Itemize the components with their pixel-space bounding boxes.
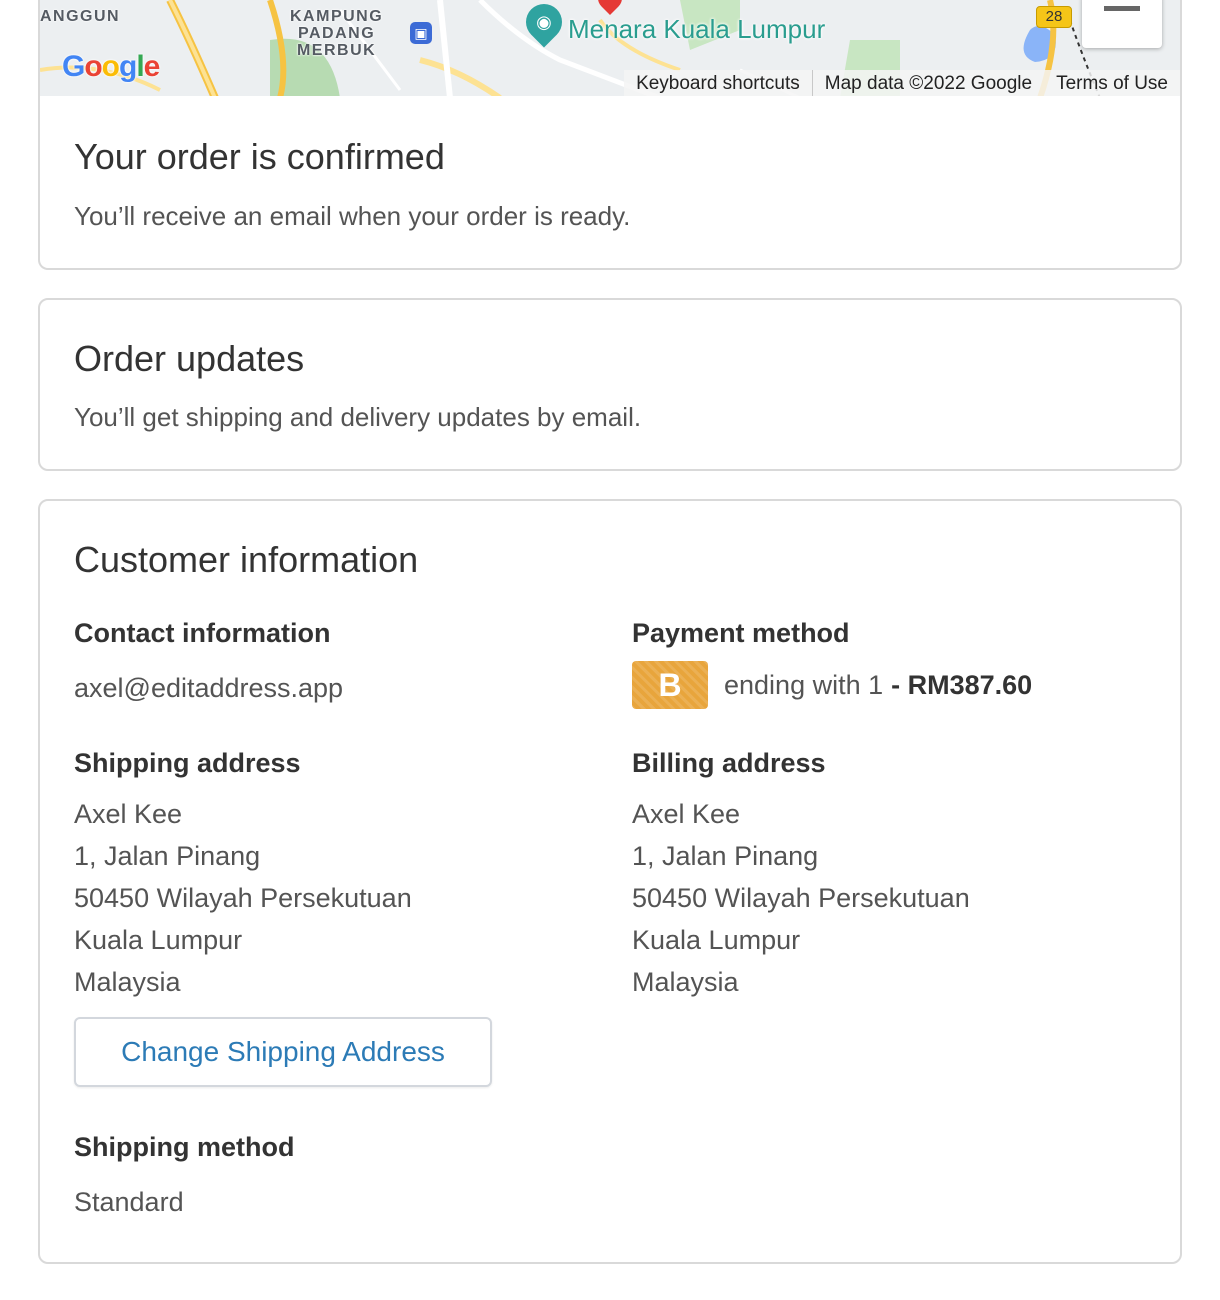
card-ending-text: ending with 1: [724, 669, 884, 700]
billing-address-line: 50450 Wilayah Persekutuan: [632, 883, 970, 913]
billing-address-line: Axel Kee: [632, 799, 741, 829]
change-shipping-address-button[interactable]: Change Shipping Address: [74, 1017, 492, 1087]
billing-address: Axel Kee 1, Jalan Pinang 50450 Wilayah P…: [632, 793, 1152, 1003]
shipping-method-value: Standard: [74, 1187, 184, 1217]
keyboard-shortcuts-link[interactable]: Keyboard shortcuts: [624, 73, 812, 95]
billing-address-line: Malaysia: [632, 967, 739, 997]
shipping-address-line: 50450 Wilayah Persekutuan: [74, 883, 412, 913]
order-updates-title: Order updates: [74, 338, 305, 379]
map-area-label: ANGGUN: [40, 8, 121, 25]
map-attribution: Keyboard shortcuts Map data ©2022 Google…: [624, 70, 1180, 98]
order-updates-subtitle: You’ll get shipping and delivery updates…: [74, 402, 642, 432]
payment-method-label: Payment method: [632, 618, 850, 648]
billing-address-line: 1, Jalan Pinang: [632, 841, 819, 871]
shipping-address-label: Shipping address: [74, 748, 301, 778]
contact-information-label: Contact information: [74, 618, 331, 648]
customer-information-card: Customer information Contact information…: [38, 499, 1182, 1264]
train-station-icon[interactable]: ▣: [410, 22, 432, 44]
zoom-out-button[interactable]: [1082, 0, 1162, 48]
zoom-out-icon: [1104, 6, 1140, 11]
landmark-label[interactable]: Menara Kuala Lumpur: [568, 14, 825, 45]
payment-method-row: B ending with 1 - RM387.60: [632, 661, 1152, 709]
shipping-address: Axel Kee 1, Jalan Pinang 50450 Wilayah P…: [74, 793, 594, 1003]
shipping-method-label: Shipping method: [74, 1132, 295, 1162]
billing-address-label: Billing address: [632, 748, 826, 778]
map-view[interactable]: ANGGUN KAMPUNG PADANG MERBUK ▣ ◉ Menara …: [38, 0, 1182, 98]
order-updates-card: Order updates You’ll get shipping and de…: [38, 298, 1182, 471]
shipping-address-line: 1, Jalan Pinang: [74, 841, 261, 871]
order-confirmed-title: Your order is confirmed: [74, 136, 445, 177]
shipping-address-line: Kuala Lumpur: [74, 925, 243, 955]
order-confirmed-card: Your order is confirmed You’ll receive a…: [38, 96, 1182, 270]
payment-amount: - RM387.60: [891, 669, 1033, 700]
shipping-address-line: Axel Kee: [74, 799, 183, 829]
customer-right-column: Payment method B ending with 1 - RM387.6…: [632, 617, 1152, 1003]
customer-information-title: Customer information: [74, 539, 419, 580]
order-confirmed-subtitle: You’ll receive an email when your order …: [74, 201, 631, 231]
customer-left-column: Contact information axel@editaddress.app…: [74, 617, 594, 1223]
terms-of-use-link[interactable]: Terms of Use: [1044, 73, 1180, 95]
map-data-text: Map data ©2022 Google: [824, 73, 1033, 94]
card-brand-icon: B: [632, 661, 708, 709]
billing-address-line: Kuala Lumpur: [632, 925, 801, 955]
shipping-address-line: Malaysia: [74, 967, 181, 997]
map-area-label: KAMPUNG PADANG MERBUK: [290, 8, 384, 59]
contact-email: axel@editaddress.app: [74, 673, 344, 703]
road-number-badge: 28: [1036, 6, 1072, 28]
google-logo: Google: [62, 50, 160, 83]
